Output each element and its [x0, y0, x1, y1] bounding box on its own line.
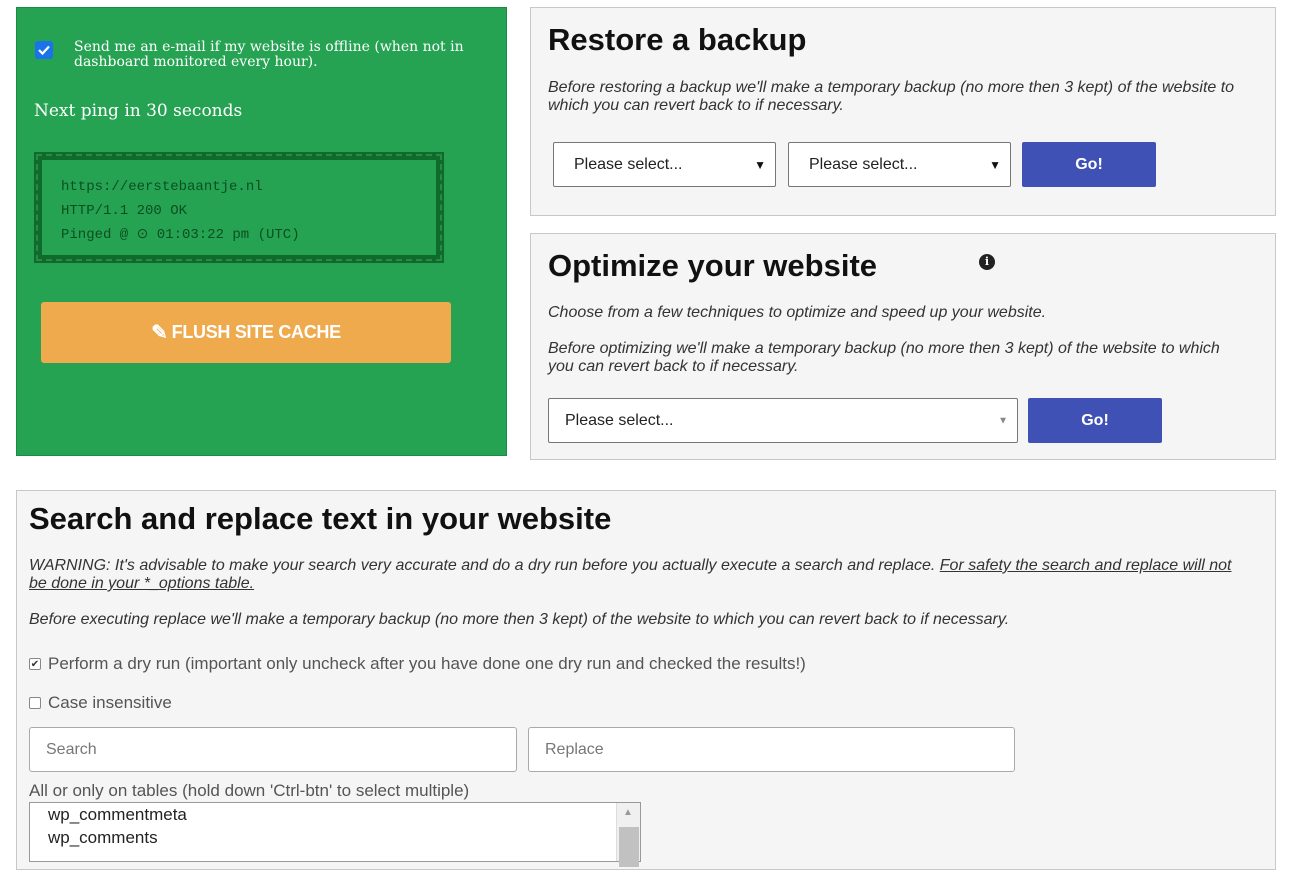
dry-run-label: Perform a dry run (important only unchec…	[48, 654, 806, 673]
replace-input[interactable]: Replace	[528, 727, 1015, 772]
dry-run-option: ✔ Perform a dry run (important only unch…	[29, 654, 806, 674]
ping-response: HTTP/1.1 200 OK	[61, 203, 188, 219]
dry-run-checkbox[interactable]: ✔	[29, 658, 41, 670]
search-input[interactable]: Search	[29, 727, 517, 772]
warning-text: WARNING: It's advisable to make your sea…	[29, 557, 936, 574]
checkmark-icon	[38, 45, 50, 56]
restore-title: Restore a backup	[548, 22, 807, 57]
backup-select-1[interactable]: Please select... ▼	[553, 142, 776, 187]
search-warning: WARNING: It's advisable to make your sea…	[29, 557, 1249, 593]
optimize-description: Choose from a few techniques to optimize…	[548, 304, 1047, 321]
optimize-select-value: Please select...	[565, 411, 674, 429]
optimize-select[interactable]: Please select... ▼	[548, 398, 1018, 443]
table-option[interactable]: wp_comments	[30, 826, 640, 849]
offline-email-option: Send me an e-mail if my website is offli…	[35, 40, 475, 70]
backup-select-2[interactable]: Please select... ▼	[788, 142, 1011, 187]
table-option[interactable]: wp_commentmeta	[30, 803, 640, 826]
search-replace-panel: Search and replace text in your website …	[16, 490, 1276, 870]
search-replace-title: Search and replace text in your website	[29, 501, 612, 536]
restore-go-button[interactable]: Go!	[1022, 142, 1156, 187]
scroll-up-icon[interactable]: ▲	[623, 807, 633, 818]
backup-select-2-value: Please select...	[809, 155, 918, 173]
dropdown-arrow-icon: ▼	[754, 157, 766, 172]
ping-url: https://eerstebaantje.nl	[61, 179, 263, 195]
flush-label: FLUSH SITE CACHE	[171, 322, 342, 342]
case-insensitive-option: Case insensitive	[29, 693, 172, 713]
flush-site-cache-button[interactable]: ✎ FLUSH SITE CACHE	[41, 302, 451, 363]
optimize-title: Optimize your website	[548, 248, 878, 283]
offline-email-checkbox[interactable]	[35, 41, 53, 59]
tables-label: All or only on tables (hold down 'Ctrl-b…	[29, 781, 470, 800]
case-insensitive-checkbox[interactable]	[29, 697, 41, 709]
next-ping-countdown: Next ping in 30 seconds	[34, 101, 243, 121]
ping-result-box: https://eerstebaantje.nl HTTP/1.1 200 OK…	[34, 152, 444, 263]
ping-prefix: Pinged @	[61, 227, 129, 243]
magic-wand-icon: ✎	[151, 322, 168, 344]
scroll-thumb[interactable]	[619, 827, 639, 867]
site-status-panel: Send me an e-mail if my website is offli…	[16, 7, 507, 456]
ping-time: 01:03:22 pm (UTC)	[156, 227, 300, 243]
restore-description: Before restoring a backup we'll make a t…	[548, 79, 1235, 114]
listbox-scrollbar[interactable]: ▲	[616, 803, 640, 867]
restore-backup-panel: Restore a backup Before restoring a back…	[530, 7, 1276, 216]
case-insensitive-label: Case insensitive	[48, 693, 172, 712]
optimize-go-button[interactable]: Go!	[1028, 398, 1162, 443]
info-icon[interactable]: i	[979, 254, 995, 270]
replace-backup-note: Before executing replace we'll make a te…	[29, 611, 1010, 628]
optimize-panel: Optimize your website i Choose from a fe…	[530, 233, 1276, 460]
ping-time-row: Pinged @ ⊙ 01:03:22 pm (UTC)	[61, 223, 436, 247]
tables-listbox[interactable]: wp_commentmeta wp_comments ▲	[29, 802, 641, 867]
optimize-backup-note: Before optimizing we'll make a temporary…	[548, 340, 1220, 375]
offline-email-label: Send me an e-mail if my website is offli…	[74, 39, 464, 70]
backup-select-1-value: Please select...	[574, 155, 683, 173]
caret-down-icon: ▼	[998, 415, 1008, 426]
clock-icon: ⊙	[136, 227, 149, 243]
dropdown-arrow-icon: ▼	[989, 157, 1001, 172]
